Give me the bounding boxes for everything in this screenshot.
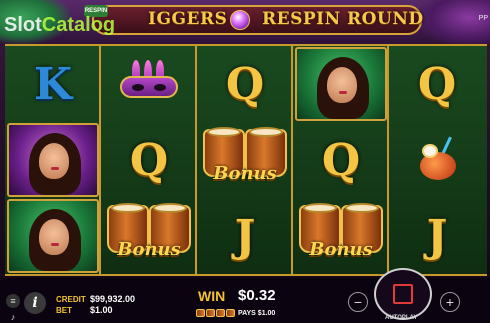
bonus-label: Bonus	[117, 239, 181, 260]
bet-value: $1.00	[90, 305, 113, 315]
mask-body	[120, 76, 178, 98]
portrait-green-woman	[295, 47, 387, 121]
symbol-j: J	[197, 198, 293, 274]
gem-icon	[230, 10, 250, 30]
symbol-q-glyph: Q	[417, 58, 457, 110]
bet-decrease-button[interactable]: −	[348, 292, 368, 312]
watermark-main: Slot	[4, 14, 42, 36]
portrait-green-woman	[7, 199, 99, 273]
banner-title-right: RESPIN ROUND	[262, 9, 424, 29]
bonus-mini-icon	[226, 309, 235, 317]
win-label: WIN	[198, 288, 226, 304]
coconut-drink-icon	[412, 136, 462, 184]
portrait-purple-woman	[7, 123, 99, 197]
face	[39, 143, 69, 179]
pays-text: PAYS $1.00	[237, 309, 276, 317]
credit-label: CREDIT	[56, 295, 86, 304]
symbol-bonus: Bonus	[293, 198, 389, 274]
win-value: $0.32	[238, 287, 276, 304]
symbol-j: J	[389, 198, 485, 274]
symbol-mask	[101, 46, 197, 122]
bonus-drums-icon: Bonus	[295, 199, 387, 273]
symbol-portrait-purple	[5, 122, 101, 198]
top-banner: RESPIN IGGERS RESPIN ROUND SlotCatalog P…	[0, 0, 490, 44]
slot-game-screen: RESPIN IGGERS RESPIN ROUND SlotCatalog P…	[0, 0, 490, 323]
mask-eye	[132, 84, 144, 91]
symbol-q: Q	[293, 122, 389, 198]
symbol-q-glyph: Q	[129, 134, 169, 186]
reel-area: K Q Bonus Q Bonus J Q Bonus Q J	[5, 44, 487, 276]
symbol-q: Q	[197, 46, 293, 122]
symbol-k: K	[5, 46, 101, 122]
symbol-q: Q	[389, 46, 485, 122]
drum-top	[153, 203, 187, 213]
menu-icon[interactable]: ≡	[6, 294, 20, 308]
reel-5: Q J	[389, 46, 487, 274]
symbol-bonus: Bonus	[101, 198, 197, 274]
symbol-portrait-green	[5, 198, 101, 274]
reel-2: Q Bonus	[101, 46, 197, 274]
symbol-bonus: Bonus	[197, 122, 293, 198]
symbol-j-glyph: J	[426, 210, 448, 262]
symbol-q-glyph: Q	[225, 58, 265, 110]
autoplay-button[interactable]: AUTOPLAY	[385, 315, 417, 321]
drum-top	[111, 203, 145, 213]
flower	[422, 144, 438, 158]
bet-increase-button[interactable]: +	[440, 292, 460, 312]
bonus-mini-icon	[206, 309, 215, 317]
symbol-q-glyph: Q	[321, 134, 361, 186]
bonus-mini-icon	[216, 309, 225, 317]
drum-top	[207, 127, 241, 137]
bonus-drums-icon: Bonus	[199, 123, 291, 197]
mouth	[339, 91, 347, 94]
credit-value: $99,932.00	[90, 294, 136, 304]
mask-eye	[154, 84, 166, 91]
drum-top	[249, 127, 283, 137]
info-icon[interactable]: i	[24, 292, 46, 314]
watermark-sub: Catalog	[41, 14, 116, 36]
stop-icon	[393, 284, 413, 304]
reel-3: Q Bonus J	[197, 46, 293, 274]
drum-top	[345, 203, 379, 213]
symbol-coconut	[389, 122, 485, 198]
watermark: SlotCatalog	[4, 14, 115, 37]
banner-title-left: IGGERS	[148, 9, 228, 29]
bonus-mini-icon	[196, 309, 205, 317]
bonus-label: Bonus	[309, 239, 373, 260]
provider-logo: PP	[478, 15, 488, 22]
reel-1: K	[5, 46, 101, 274]
face	[327, 67, 357, 103]
symbol-q: Q	[101, 122, 197, 198]
spin-button[interactable]	[374, 268, 432, 320]
mouth	[51, 243, 59, 246]
symbol-portrait-green	[293, 46, 389, 122]
mouth	[51, 167, 59, 170]
carnival-mask-icon	[116, 60, 182, 108]
drum-top	[303, 203, 337, 213]
bet-label: BET	[56, 306, 72, 315]
feather-decoration-right	[420, 0, 490, 44]
face	[39, 219, 69, 255]
reel-4: Q Bonus	[293, 46, 389, 274]
symbol-k-glyph: K	[33, 58, 73, 110]
sound-icon[interactable]: ♪	[6, 311, 20, 323]
symbol-j-glyph: J	[234, 210, 256, 262]
bonus-label: Bonus	[213, 163, 277, 184]
pays-line: PAYS $1.00	[196, 309, 275, 317]
bonus-drums-icon: Bonus	[103, 199, 195, 273]
